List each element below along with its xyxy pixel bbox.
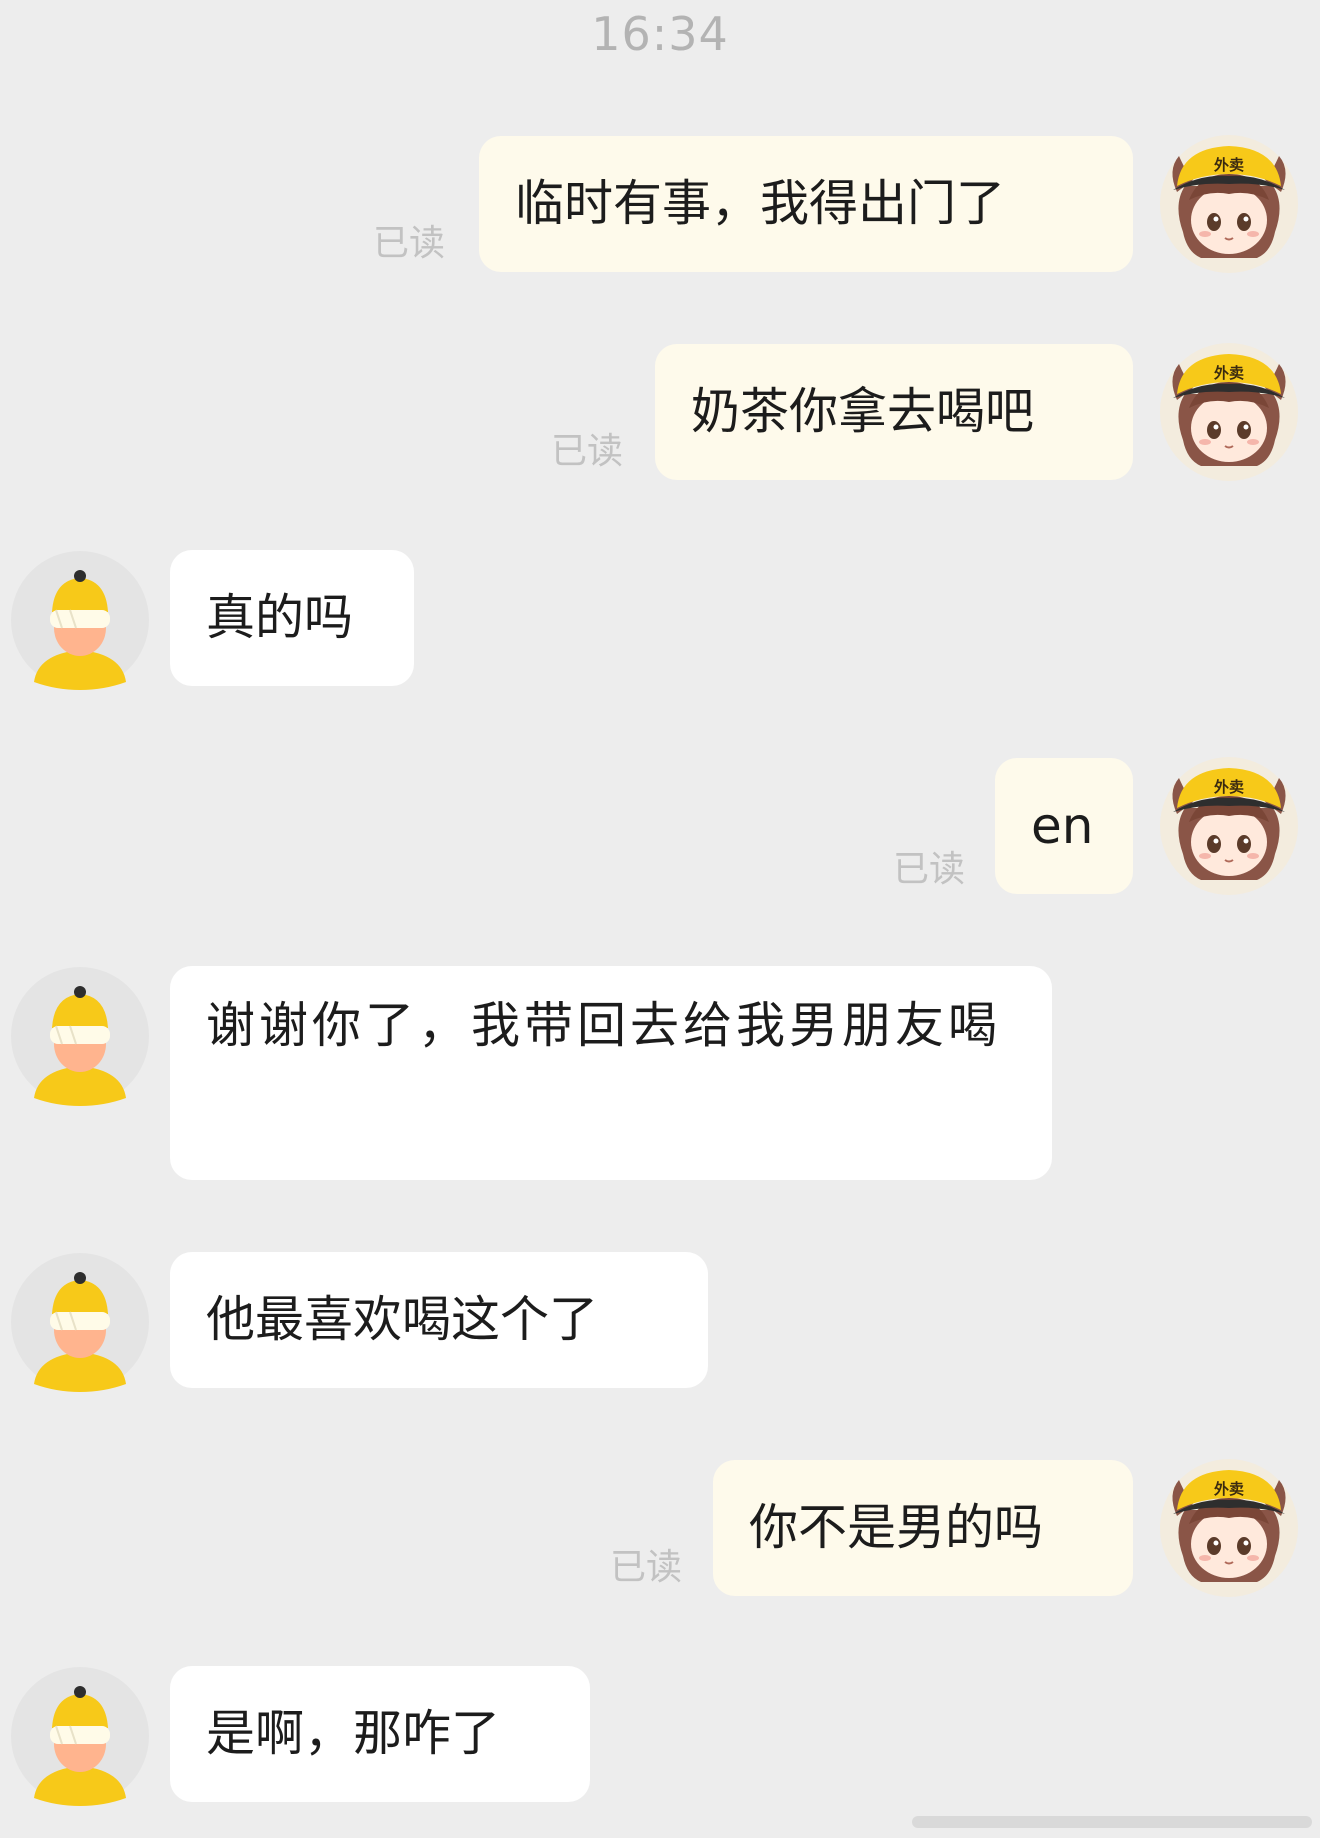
message-bubble[interactable]: 奶茶你拿去喝吧 xyxy=(655,344,1133,480)
read-receipt: 已读 xyxy=(610,1547,683,1588)
message-bubble[interactable]: 临时有事，我得出门了 xyxy=(479,136,1133,272)
delivery-girl-icon[interactable]: 外卖 xyxy=(1159,342,1299,482)
message-row-incoming: 谢谢你了，我带回去给我男朋友喝 xyxy=(0,964,1320,1182)
user-avatar-icon[interactable] xyxy=(10,550,150,690)
message-row-incoming: 真的吗 xyxy=(0,548,1320,690)
message-row-incoming: 是啊，那咋了 xyxy=(0,1664,1320,1806)
cap-text: 外卖 xyxy=(1213,364,1244,382)
delivery-girl-icon[interactable]: 外卖 xyxy=(1159,756,1299,896)
read-receipt: 已读 xyxy=(551,431,624,472)
message-bubble[interactable]: 真的吗 xyxy=(170,550,414,686)
cap-text: 外卖 xyxy=(1213,1480,1244,1498)
message-row-outgoing: 已读 奶茶你拿去喝吧 外卖 xyxy=(0,342,1320,482)
delivery-girl-icon[interactable]: 外卖 xyxy=(1159,1458,1299,1598)
delivery-girl-icon[interactable]: 外卖 xyxy=(1159,134,1299,274)
user-avatar-icon[interactable] xyxy=(10,966,150,1106)
home-indicator[interactable] xyxy=(912,1816,1312,1828)
cap-text: 外卖 xyxy=(1213,156,1244,174)
message-bubble[interactable]: 你不是男的吗 xyxy=(713,1460,1133,1596)
message-bubble[interactable]: 谢谢你了，我带回去给我男朋友喝 xyxy=(170,966,1052,1180)
read-receipt: 已读 xyxy=(373,223,446,264)
cap-text: 外卖 xyxy=(1213,778,1244,796)
read-receipt: 已读 xyxy=(893,849,966,890)
message-row-outgoing: 已读 en 外卖 xyxy=(0,756,1320,896)
message-row-outgoing: 已读 你不是男的吗 外卖 xyxy=(0,1458,1320,1598)
user-avatar-icon[interactable] xyxy=(10,1252,150,1392)
timestamp: 16:34 xyxy=(591,7,729,61)
chat-view: 16:34 已读 临时有事，我得出门了 外卖 已读 奶茶你拿去喝吧 外卖 真的吗… xyxy=(0,0,1320,1838)
message-row-outgoing: 已读 临时有事，我得出门了 外卖 xyxy=(0,134,1320,274)
message-bubble[interactable]: 是啊，那咋了 xyxy=(170,1666,590,1802)
message-bubble[interactable]: 他最喜欢喝这个了 xyxy=(170,1252,708,1388)
message-row-incoming: 他最喜欢喝这个了 xyxy=(0,1250,1320,1392)
message-bubble[interactable]: en xyxy=(995,758,1133,894)
user-avatar-icon[interactable] xyxy=(10,1666,150,1806)
